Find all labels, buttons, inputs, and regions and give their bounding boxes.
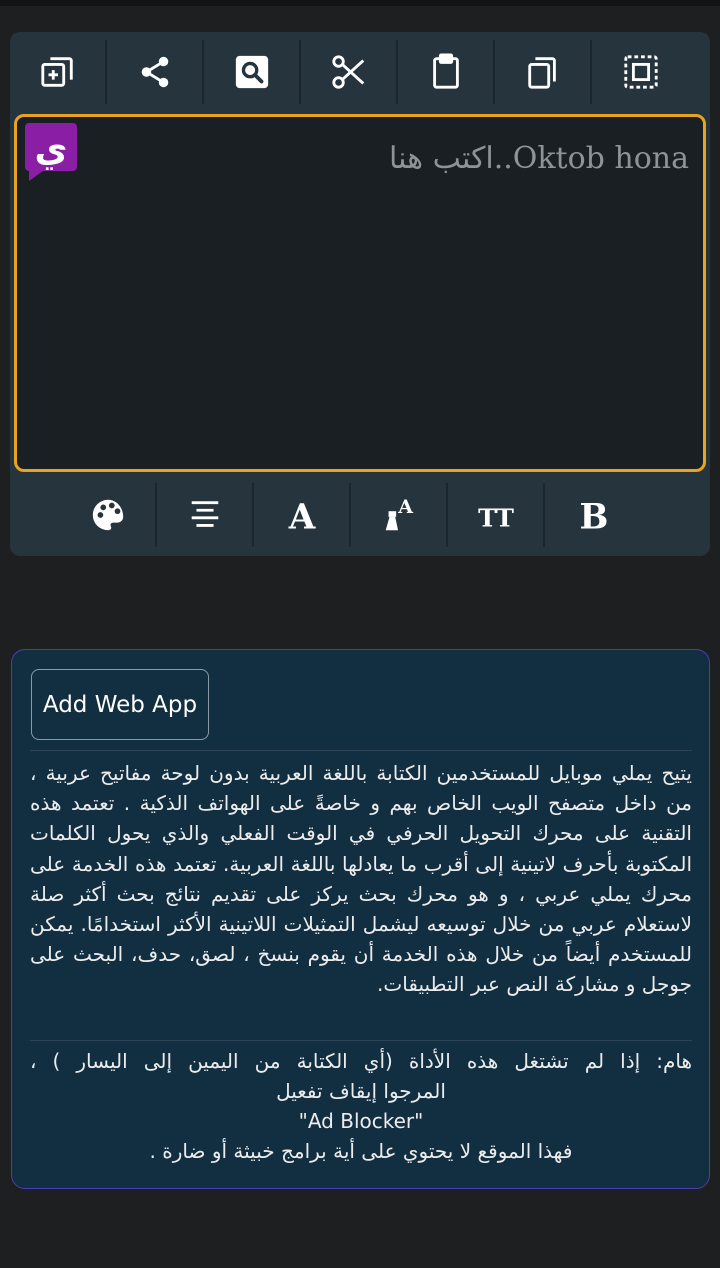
copy-icon: [527, 57, 556, 89]
cut-icon: [331, 55, 364, 89]
note-line: فهذا الموقع لا يحتوي على أية برامج خبيثة…: [149, 1139, 573, 1163]
text-size-icon: TT: [478, 503, 514, 532]
font-color-button[interactable]: A: [351, 483, 448, 547]
font-button[interactable]: A: [254, 483, 351, 547]
editor-card: ي A A: [10, 32, 710, 556]
bottom-toolbar: A A TT B: [60, 482, 660, 548]
select-all-button[interactable]: [592, 40, 689, 104]
svg-text:A: A: [287, 497, 315, 534]
share-button[interactable]: [107, 40, 204, 104]
align-center-icon: [191, 501, 218, 527]
text-editor-frame: ي: [14, 114, 706, 472]
note-line: هام: إذا لم تشتغل هذه الأداة (أي الكتابة…: [30, 1049, 692, 1073]
top-toolbar: [10, 32, 710, 112]
divider: [30, 750, 692, 751]
note-block: هام: إذا لم تشتغل هذه الأداة (أي الكتابة…: [30, 1046, 692, 1166]
clipboard-icon: [432, 53, 459, 89]
description-text: يتيح يملي موبايل للمستخدمين الكتابة بالل…: [30, 761, 692, 997]
search-button[interactable]: [204, 40, 301, 104]
add-web-app-button[interactable]: Add Web App: [31, 669, 209, 740]
align-center-button[interactable]: [157, 483, 254, 547]
copy-button[interactable]: [495, 40, 592, 104]
top-strip: [0, 0, 720, 6]
yamli-logo-icon: ي: [25, 123, 77, 181]
info-card: Add Web App يتيح يملي موبايل للمستخدمين …: [11, 649, 710, 1189]
note-line: المرجوا إيقاف تفعيل: [276, 1079, 446, 1103]
add-copy-icon: [40, 57, 73, 87]
svg-text:A: A: [397, 496, 413, 518]
bold-button[interactable]: B: [545, 483, 642, 547]
svg-text:TT: TT: [478, 503, 514, 532]
palette-button[interactable]: [60, 483, 157, 547]
cut-button[interactable]: [301, 40, 398, 104]
add-copy-button[interactable]: [10, 40, 107, 104]
bold-icon: B: [579, 497, 608, 534]
font-color-icon: A: [385, 496, 413, 531]
logo-glyph: ي: [35, 129, 68, 170]
select-all-icon: [623, 55, 658, 89]
note-line: "Ad Blocker": [298, 1109, 424, 1133]
search-icon: [235, 55, 268, 89]
share-icon: [141, 56, 168, 88]
font-icon: A: [287, 497, 315, 534]
paste-button[interactable]: [398, 40, 495, 104]
palette-icon: [92, 499, 123, 531]
svg-text:B: B: [579, 497, 608, 534]
divider: [30, 1040, 692, 1041]
text-size-button[interactable]: TT: [448, 483, 545, 547]
text-editor[interactable]: [17, 117, 703, 469]
